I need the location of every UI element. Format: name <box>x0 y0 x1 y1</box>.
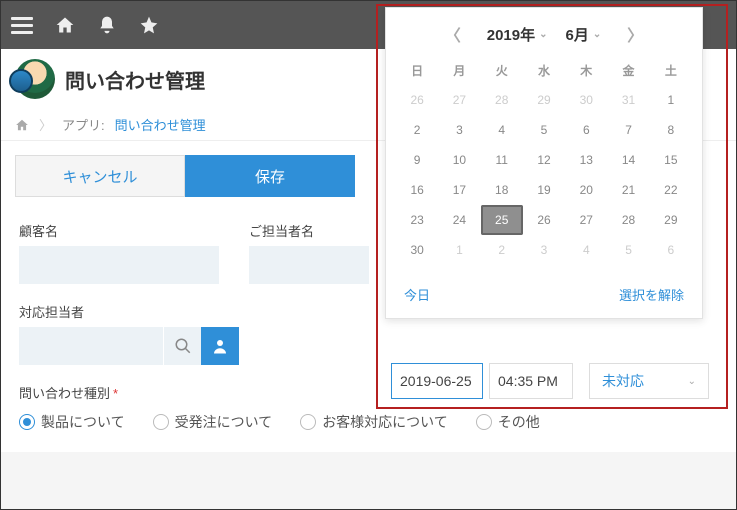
day-prev-month[interactable]: 29 <box>523 85 565 115</box>
year-select[interactable]: 2019年⌄ <box>487 24 548 45</box>
prev-month-icon[interactable]: 〈 <box>437 22 469 46</box>
day-next-month[interactable]: 6 <box>650 235 692 265</box>
day-13[interactable]: 13 <box>565 145 607 175</box>
datetime-row: 未対応 ⌄ <box>391 363 709 399</box>
date-picker: 〈 2019年⌄ 6月⌄ 〉 日月火水木金土262728293031123456… <box>385 7 703 319</box>
day-prev-month[interactable]: 28 <box>481 85 523 115</box>
day-18[interactable]: 18 <box>481 175 523 205</box>
label-assignee: 対応担当者 <box>19 302 239 321</box>
contact-input[interactable] <box>249 246 369 284</box>
home-icon[interactable] <box>55 15 75 35</box>
star-icon[interactable] <box>139 15 159 35</box>
day-1[interactable]: 1 <box>650 85 692 115</box>
radio-order[interactable]: 受発注について <box>153 412 273 432</box>
day-next-month[interactable]: 1 <box>438 235 480 265</box>
label-customer: 顧客名 <box>19 221 219 240</box>
day-next-month[interactable]: 4 <box>565 235 607 265</box>
dow-header: 水 <box>523 56 565 85</box>
day-12[interactable]: 12 <box>523 145 565 175</box>
day-5[interactable]: 5 <box>523 115 565 145</box>
breadcrumb-app-prefix: アプリ: <box>62 115 105 134</box>
day-16[interactable]: 16 <box>396 175 438 205</box>
chevron-down-icon: ⌄ <box>688 376 696 387</box>
dow-header: 土 <box>650 56 692 85</box>
clear-link[interactable]: 選択を解除 <box>619 285 684 304</box>
radio-product[interactable]: 製品について <box>19 412 125 432</box>
day-29[interactable]: 29 <box>650 205 692 235</box>
breadcrumb-home-icon[interactable] <box>15 118 29 132</box>
day-prev-month[interactable]: 30 <box>565 85 607 115</box>
page-title: 問い合わせ管理 <box>65 65 205 94</box>
day-22[interactable]: 22 <box>650 175 692 205</box>
dow-header: 火 <box>481 56 523 85</box>
menu-icon[interactable] <box>11 17 33 34</box>
day-28[interactable]: 28 <box>607 205 649 235</box>
bell-icon[interactable] <box>97 15 117 35</box>
breadcrumb-sep: 〉 <box>39 115 52 134</box>
radio-support[interactable]: お客様対応について <box>300 412 448 432</box>
day-25[interactable]: 25 <box>481 205 523 235</box>
day-7[interactable]: 7 <box>607 115 649 145</box>
dow-header: 月 <box>438 56 480 85</box>
today-link[interactable]: 今日 <box>404 285 430 304</box>
save-button[interactable]: 保存 <box>185 155 355 197</box>
dow-header: 日 <box>396 56 438 85</box>
cancel-button[interactable]: キャンセル <box>15 155 185 197</box>
day-19[interactable]: 19 <box>523 175 565 205</box>
assignee-input[interactable] <box>19 327 163 365</box>
day-3[interactable]: 3 <box>438 115 480 145</box>
day-14[interactable]: 14 <box>607 145 649 175</box>
day-2[interactable]: 2 <box>396 115 438 145</box>
day-next-month[interactable]: 3 <box>523 235 565 265</box>
day-20[interactable]: 20 <box>565 175 607 205</box>
breadcrumb-app-link[interactable]: 問い合わせ管理 <box>115 115 206 134</box>
radio-other[interactable]: その他 <box>476 412 540 432</box>
day-4[interactable]: 4 <box>481 115 523 145</box>
next-month-icon[interactable]: 〉 <box>619 22 651 46</box>
dow-header: 金 <box>607 56 649 85</box>
day-6[interactable]: 6 <box>565 115 607 145</box>
day-15[interactable]: 15 <box>650 145 692 175</box>
day-prev-month[interactable]: 27 <box>438 85 480 115</box>
day-prev-month[interactable]: 26 <box>396 85 438 115</box>
day-26[interactable]: 26 <box>523 205 565 235</box>
day-10[interactable]: 10 <box>438 145 480 175</box>
day-prev-month[interactable]: 31 <box>607 85 649 115</box>
search-icon[interactable] <box>163 327 201 365</box>
user-picker-icon[interactable] <box>201 327 239 365</box>
day-next-month[interactable]: 5 <box>607 235 649 265</box>
dow-header: 木 <box>565 56 607 85</box>
app-icon <box>15 59 55 99</box>
day-17[interactable]: 17 <box>438 175 480 205</box>
day-8[interactable]: 8 <box>650 115 692 145</box>
day-27[interactable]: 27 <box>565 205 607 235</box>
day-30[interactable]: 30 <box>396 235 438 265</box>
day-9[interactable]: 9 <box>396 145 438 175</box>
day-23[interactable]: 23 <box>396 205 438 235</box>
day-24[interactable]: 24 <box>438 205 480 235</box>
date-input[interactable] <box>391 363 483 399</box>
status-select[interactable]: 未対応 ⌄ <box>589 363 709 399</box>
customer-input[interactable] <box>19 246 219 284</box>
time-input[interactable] <box>489 363 573 399</box>
day-21[interactable]: 21 <box>607 175 649 205</box>
month-select[interactable]: 6月⌄ <box>566 24 602 45</box>
day-11[interactable]: 11 <box>481 145 523 175</box>
day-next-month[interactable]: 2 <box>481 235 523 265</box>
